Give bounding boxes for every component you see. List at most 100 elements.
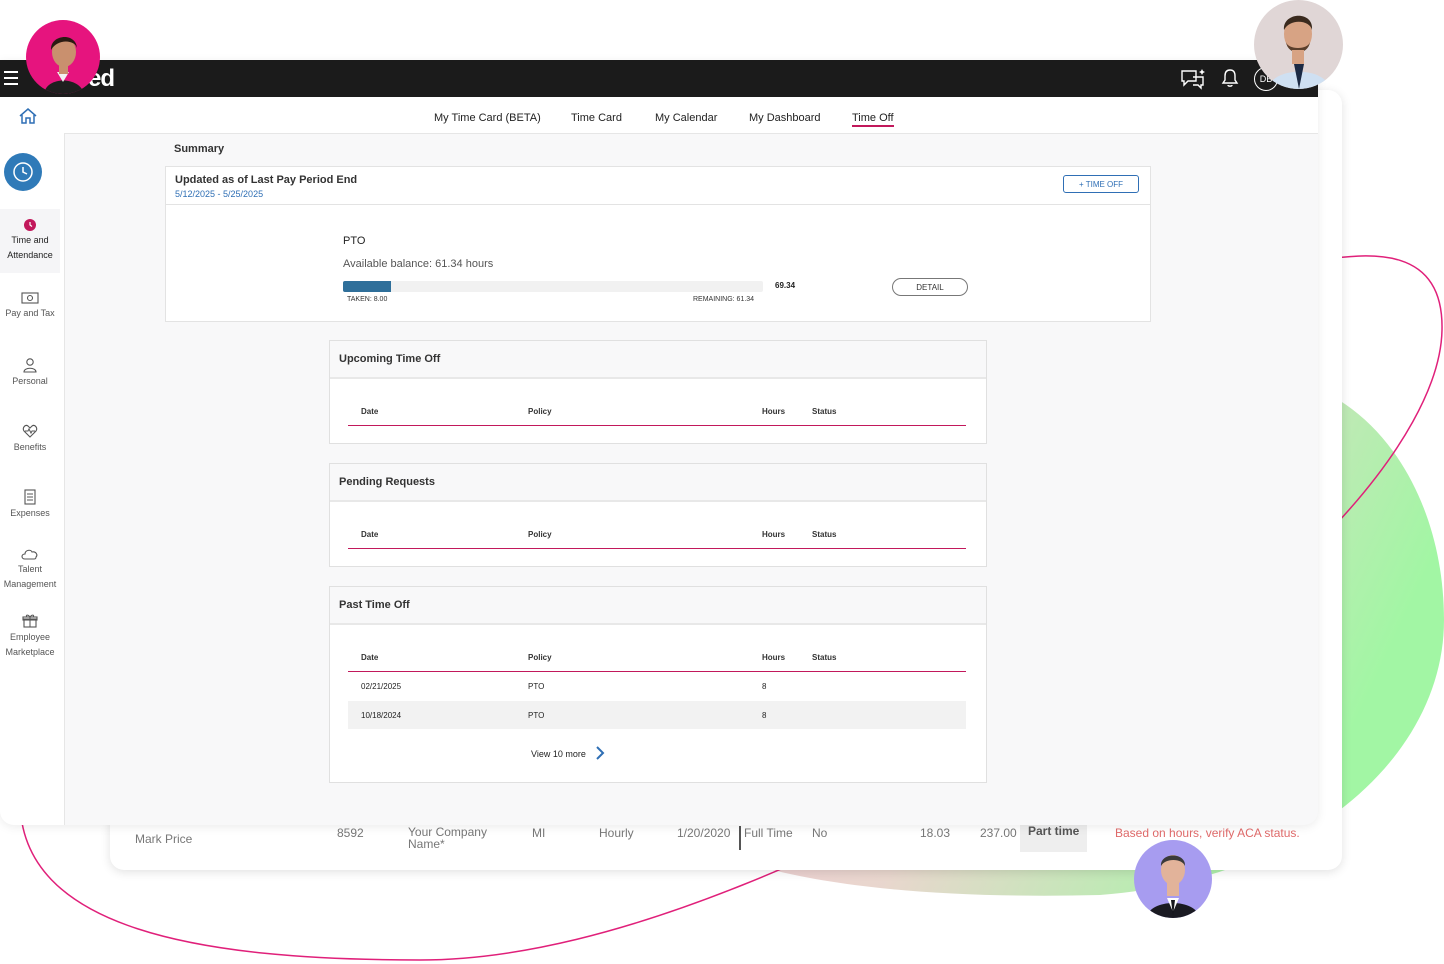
sidebar-item-talent-management[interactable]: Talent Management xyxy=(0,547,60,592)
bg-pay-type: Hourly xyxy=(599,826,634,840)
pay-period-dates: 5/12/2025 - 5/25/2025 xyxy=(175,189,264,199)
pto-progress-fill xyxy=(343,281,392,292)
avatar-woman xyxy=(26,20,100,94)
tab-my-calendar[interactable]: My Calendar xyxy=(655,112,717,124)
person-photo-icon xyxy=(1268,15,1330,89)
row-hours: 8 xyxy=(762,682,767,691)
column-header-status[interactable]: Status xyxy=(812,407,836,416)
view-more-link[interactable]: View 10 more xyxy=(531,749,586,759)
sidebar-item-label: Talent Management xyxy=(3,564,57,589)
header-divider xyxy=(348,425,966,426)
avatar-man-top xyxy=(1254,0,1343,89)
app-window: ed DB My Time Card (BETA) Time Card My C… xyxy=(0,60,1318,825)
bg-company: Your Company Name* xyxy=(408,825,487,851)
header-divider xyxy=(348,548,966,549)
pto-available-balance: Available balance: 61.34 hours xyxy=(343,258,494,270)
receipt-icon xyxy=(24,489,36,505)
column-header-status[interactable]: Status xyxy=(812,653,836,662)
column-header-date[interactable]: Date xyxy=(361,530,378,539)
sidebar-item-label: Time and Attendance xyxy=(7,235,53,260)
row-policy: PTO xyxy=(528,682,545,691)
hamburger-menu-icon[interactable] xyxy=(4,71,18,85)
pto-progress-bar xyxy=(343,281,763,292)
row-hours: 8 xyxy=(762,711,767,720)
row-date: 02/21/2025 xyxy=(361,682,402,691)
bg-flag: No xyxy=(812,826,828,840)
sidebar-item-employee-marketplace[interactable]: Employee Marketplace xyxy=(0,613,60,660)
upcoming-time-off-panel: Upcoming Time Off Date Policy Hours Stat… xyxy=(329,340,987,444)
add-time-off-button[interactable]: + TIME OFF xyxy=(1063,175,1139,193)
column-header-policy[interactable]: Policy xyxy=(528,530,552,539)
tab-time-card[interactable]: Time Card xyxy=(571,112,622,124)
row-policy: PTO xyxy=(528,711,545,720)
sidebar-item-label: Pay and Tax xyxy=(5,308,55,318)
tab-time-off[interactable]: Time Off xyxy=(852,112,894,127)
sidebar-item-personal[interactable]: Personal xyxy=(0,357,60,389)
punch-clock-button[interactable] xyxy=(4,153,42,191)
panel-title: Upcoming Time Off xyxy=(339,353,441,365)
pto-total-hours: 69.34 xyxy=(775,281,796,290)
pto-summary-card: Updated as of Last Pay Period End 5/12/2… xyxy=(165,166,1151,322)
past-time-off-panel: Past Time Off Date Policy Hours Status 0… xyxy=(329,586,987,783)
bg-date: 1/20/2020 xyxy=(677,826,731,840)
sidebar: Time and Attendance Pay and Tax Personal… xyxy=(0,133,65,825)
person-photo-icon xyxy=(1146,855,1200,918)
bg-id: 8592 xyxy=(337,826,364,840)
column-header-policy[interactable]: Policy xyxy=(528,407,552,416)
bg-value1: 18.03 xyxy=(920,826,951,840)
table-row[interactable]: 02/21/2025 PTO 8 xyxy=(348,672,966,700)
person-icon xyxy=(23,358,37,373)
chevron-right-icon[interactable] xyxy=(595,745,605,761)
cloud-icon xyxy=(21,549,38,560)
panel-title: Past Time Off xyxy=(339,599,410,611)
panel-header: Past Time Off xyxy=(330,587,986,625)
pto-policy-name: PTO xyxy=(343,235,366,247)
bg-note: Based on hours, verify ACA status. xyxy=(1115,826,1300,840)
sidebar-item-benefits[interactable]: Benefits xyxy=(0,423,60,455)
sidebar-item-label: Expenses xyxy=(10,508,50,518)
clock-icon xyxy=(24,219,36,231)
column-header-policy[interactable]: Policy xyxy=(528,653,552,662)
bell-icon[interactable] xyxy=(1221,68,1239,88)
bg-status: Part time xyxy=(1020,822,1088,852)
avatar-man-bottom xyxy=(1134,840,1212,918)
sidebar-item-expenses[interactable]: Expenses xyxy=(0,489,60,521)
table-row[interactable]: 10/18/2024 PTO 8 xyxy=(348,701,966,729)
bg-employment: Full Time xyxy=(739,826,793,850)
panel-title: Pending Requests xyxy=(339,476,435,488)
column-header-date[interactable]: Date xyxy=(361,407,378,416)
sidebar-item-time-and-attendance[interactable]: Time and Attendance xyxy=(0,209,60,273)
pto-remaining-label: REMAINING: 61.34 xyxy=(693,296,755,303)
money-icon xyxy=(21,292,39,304)
bg-name: Mark Price xyxy=(135,832,193,846)
sidebar-item-pay-and-tax[interactable]: Pay and Tax xyxy=(0,291,60,321)
gift-icon xyxy=(22,614,38,628)
column-header-hours[interactable]: Hours xyxy=(762,653,785,662)
heart-icon xyxy=(22,424,38,438)
pto-detail-button[interactable]: DETAIL xyxy=(892,278,968,296)
panel-header: Pending Requests xyxy=(330,464,986,502)
column-header-hours[interactable]: Hours xyxy=(762,407,785,416)
pending-requests-panel: Pending Requests Date Policy Hours Statu… xyxy=(329,463,987,567)
summary-heading: Summary xyxy=(174,143,225,155)
person-photo-icon xyxy=(44,36,84,94)
home-icon[interactable] xyxy=(18,107,38,125)
pto-taken-label: TAKEN: 8.00 xyxy=(347,296,388,303)
sidebar-item-label: Employee Marketplace xyxy=(5,632,55,657)
bg-value2: 237.00 xyxy=(980,826,1017,840)
sub-navigation: My Time Card (BETA) Time Card My Calenda… xyxy=(0,97,1318,134)
clock-refresh-icon xyxy=(13,162,33,182)
sidebar-item-label: Personal xyxy=(12,376,48,386)
top-bar: ed DB xyxy=(0,60,1318,97)
tab-my-dashboard[interactable]: My Dashboard xyxy=(749,112,821,124)
summary-card-header: Updated as of Last Pay Period End 5/12/2… xyxy=(166,167,1150,205)
column-header-date[interactable]: Date xyxy=(361,653,378,662)
sidebar-item-label: Benefits xyxy=(13,442,47,452)
summary-card-title: Updated as of Last Pay Period End xyxy=(175,174,358,186)
bg-state: MI xyxy=(532,826,546,840)
column-header-status[interactable]: Status xyxy=(812,530,836,539)
tab-my-time-card-beta[interactable]: My Time Card (BETA) xyxy=(434,112,541,124)
column-header-hours[interactable]: Hours xyxy=(762,530,785,539)
panel-header: Upcoming Time Off xyxy=(330,341,986,379)
chat-ai-icon[interactable] xyxy=(1180,68,1206,90)
